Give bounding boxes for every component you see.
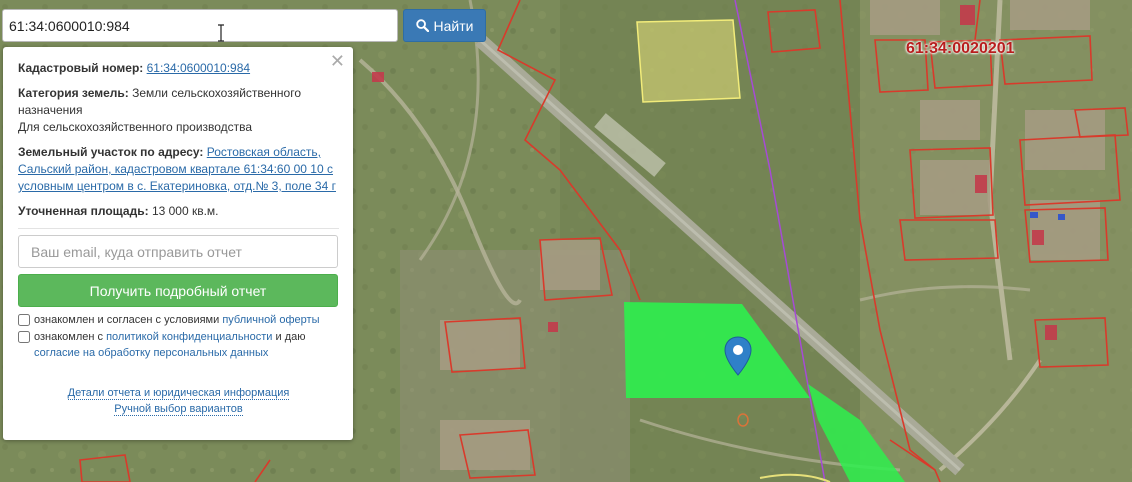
cadastral-number-label: Кадастровый номер:: [18, 61, 144, 75]
privacy-consent-text: ознакомлен с политикой конфиденциальност…: [34, 329, 305, 361]
offer-consent-row: ознакомлен и согласен с условиями публич…: [18, 312, 339, 328]
land-category-row: Категория земель: Земли сельскохозяйстве…: [18, 85, 339, 136]
area-value: 13 000 кв.м.: [151, 204, 219, 218]
search-button-label: Найти: [433, 17, 474, 34]
cadastral-quarter-label: 61:34:0020201: [906, 40, 1015, 57]
report-details-link[interactable]: Детали отчета и юридическая информация: [67, 387, 290, 400]
text-cursor-icon: [218, 24, 224, 42]
map-marker-icon[interactable]: [724, 336, 752, 376]
privacy-consent-label: ознакомлен с: [34, 331, 107, 343]
address-row: Земельный участок по адресу: Ростовская …: [18, 144, 339, 195]
panel-footer-links: Детали отчета и юридическая информация Р…: [18, 385, 339, 417]
offer-consent-checkbox[interactable]: [18, 314, 30, 326]
parcel-info-panel: ✕ Кадастровый номер: 61:34:0600010:984 К…: [3, 47, 353, 440]
divider: [18, 228, 339, 229]
area-label: Уточненная площадь:: [18, 204, 149, 218]
manual-selection-link[interactable]: Ручной выбор вариантов: [114, 403, 243, 416]
privacy-consent-mid: и даю: [272, 331, 306, 343]
email-field[interactable]: [18, 235, 338, 268]
area-row: Уточненная площадь: 13 000 кв.м.: [18, 203, 339, 220]
privacy-consent-row: ознакомлен с политикой конфиденциальност…: [18, 329, 339, 361]
cadastral-search-input[interactable]: [2, 9, 398, 42]
search-icon: [415, 19, 429, 32]
cadastral-number-link[interactable]: 61:34:0600010:984: [147, 61, 250, 75]
cadastral-number-row: Кадастровый номер: 61:34:0600010:984: [18, 60, 339, 77]
offer-consent-text: ознакомлен и согласен с условиями публич…: [34, 312, 320, 328]
land-category-label: Категория земель:: [18, 86, 129, 100]
offer-consent-label: ознакомлен и согласен с условиями: [34, 314, 223, 326]
land-usage-value: Для сельскохозяйственного производства: [18, 120, 253, 134]
public-offer-link[interactable]: публичной оферты: [222, 314, 319, 326]
search-button[interactable]: Найти: [403, 9, 486, 42]
privacy-policy-link[interactable]: политикой конфиденциальности: [106, 331, 272, 343]
privacy-consent-checkbox[interactable]: [18, 331, 30, 343]
get-report-button[interactable]: Получить подробный отчет: [18, 274, 338, 307]
personal-data-consent-link[interactable]: согласие на обработку персональных данны…: [34, 347, 268, 359]
close-icon[interactable]: ✕: [330, 52, 345, 70]
address-label: Земельный участок по адресу:: [18, 145, 204, 159]
